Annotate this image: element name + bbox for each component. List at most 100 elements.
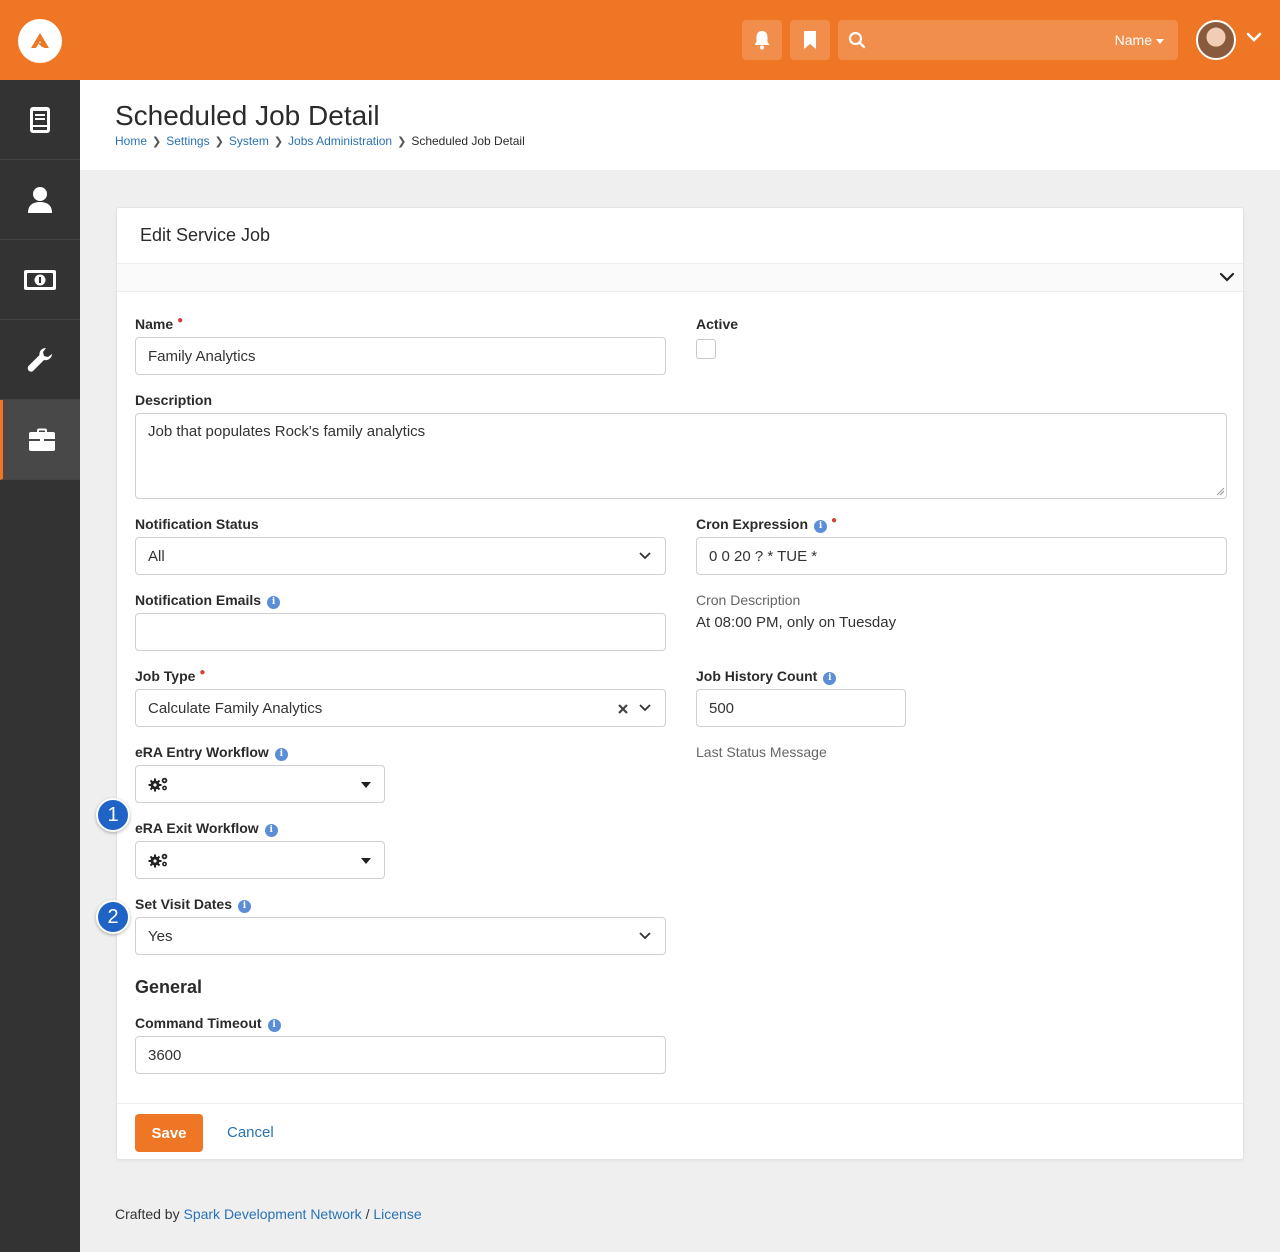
chevron-down-icon [639, 552, 651, 560]
notification-emails-input[interactable] [135, 613, 666, 651]
info-icon[interactable]: i [267, 1019, 281, 1032]
notification-status-label: Notification Status [135, 516, 259, 532]
chevron-down-icon[interactable] [1246, 31, 1262, 43]
search-scope-label: Name [1114, 32, 1152, 48]
name-label: Name ● [135, 315, 184, 332]
sidebar-item-people[interactable] [0, 160, 80, 240]
rock-logo-icon [31, 33, 49, 48]
search-scope-dropdown[interactable]: Name [1115, 32, 1164, 48]
sidebar-item-admin[interactable] [0, 400, 80, 480]
set-visit-dates-label-text: Set Visit Dates [135, 896, 233, 912]
person-icon [28, 186, 52, 213]
notification-emails-label: Notification Emails i [135, 592, 281, 609]
footer: Crafted by Spark Development Network / L… [115, 1206, 422, 1222]
name-input[interactable]: Family Analytics [135, 337, 666, 375]
resize-handle-icon[interactable] [1216, 487, 1225, 496]
top-bar: Name [0, 0, 1280, 80]
footer-separator: / [365, 1206, 370, 1222]
required-indicator: ● [831, 515, 838, 526]
era-exit-workflow-label-text: eRA Exit Workflow [135, 820, 259, 836]
era-exit-workflow-label: eRA Exit Workflow i [135, 820, 278, 837]
gears-icon [148, 777, 168, 792]
footer-org-link[interactable]: Spark Development Network [183, 1206, 361, 1222]
set-visit-dates-select[interactable]: Yes [135, 917, 666, 955]
save-button[interactable]: Save [135, 1114, 203, 1152]
footer-prefix: Crafted by [115, 1206, 180, 1222]
money-icon [24, 269, 56, 290]
chevron-right-icon: ❯ [152, 135, 162, 148]
job-history-count-label: Job History Count i [696, 668, 837, 685]
sidebar-item-finance[interactable] [0, 240, 80, 320]
command-timeout-label: Command Timeout i [135, 1015, 281, 1032]
footer-license-link[interactable]: License [373, 1206, 421, 1222]
description-label: Description [135, 392, 213, 408]
info-icon[interactable]: i [274, 748, 288, 761]
era-exit-workflow-picker[interactable] [135, 841, 385, 879]
search-bar[interactable]: Name [838, 20, 1178, 60]
gears-icon [148, 853, 168, 868]
breadcrumb-home[interactable]: Home [115, 134, 147, 148]
name-label-text: Name [135, 316, 174, 332]
chevron-down-icon [639, 704, 651, 712]
chevron-right-icon: ❯ [214, 135, 224, 148]
breadcrumb-jobs-administration[interactable]: Jobs Administration [288, 134, 392, 148]
notifications-button[interactable] [742, 20, 782, 60]
sidebar-item-tools[interactable] [0, 320, 80, 400]
bookmarks-button[interactable] [790, 20, 830, 60]
actions-divider [117, 1103, 1243, 1104]
job-history-count-input[interactable]: 500 [696, 689, 906, 727]
description-textarea[interactable]: Job that populates Rock's family analyti… [135, 413, 1227, 499]
job-type-value: Calculate Family Analytics [148, 699, 323, 717]
notification-emails-label-text: Notification Emails [135, 592, 262, 608]
chevron-right-icon: ❯ [273, 135, 284, 148]
book-icon [30, 106, 50, 133]
search-icon [848, 31, 866, 49]
bookmark-icon [804, 31, 816, 49]
wrench-icon [27, 347, 52, 372]
breadcrumb-settings[interactable]: Settings [166, 134, 209, 148]
info-icon[interactable]: i [823, 672, 837, 685]
clear-icon[interactable] [617, 703, 629, 715]
cancel-button[interactable]: Cancel [227, 1124, 274, 1141]
callout-badge-1: 1 [96, 798, 130, 832]
user-avatar[interactable] [1196, 20, 1236, 60]
required-indicator: ● [177, 315, 184, 326]
cron-expression-label: Cron Expression i ● [696, 515, 838, 533]
chevron-down-icon[interactable] [1219, 270, 1235, 284]
info-icon[interactable]: i [264, 824, 278, 837]
rock-logo[interactable] [18, 19, 62, 63]
cron-description-value: At 08:00 PM, only on Tuesday [696, 614, 897, 631]
set-visit-dates-value: Yes [148, 927, 173, 945]
panel-drawer[interactable] [117, 263, 1243, 292]
active-checkbox[interactable] [696, 339, 716, 359]
info-icon[interactable]: i [814, 520, 828, 533]
job-type-label: Job Type ● [135, 667, 206, 684]
sidebar-item-people-book[interactable] [0, 80, 80, 160]
panel-title: Edit Service Job [140, 225, 271, 245]
caret-down-icon [361, 858, 371, 864]
era-entry-workflow-picker[interactable] [135, 765, 385, 803]
job-history-count-label-text: Job History Count [696, 668, 818, 684]
job-type-select[interactable]: Calculate Family Analytics [135, 689, 666, 727]
chevron-down-icon [639, 932, 651, 940]
cron-expression-label-text: Cron Expression [696, 516, 809, 532]
job-type-label-text: Job Type [135, 668, 196, 684]
notification-status-value: All [148, 547, 165, 565]
page-title: Scheduled Job Detail [115, 100, 380, 131]
info-icon[interactable]: i [238, 900, 252, 913]
cron-expression-input[interactable]: 0 0 20 ? * TUE * [696, 537, 1227, 575]
page-header: Scheduled Job Detail Home ❯ Settings ❯ S… [80, 80, 1280, 170]
bell-icon [754, 31, 770, 50]
general-section-title: General [135, 977, 203, 997]
notification-status-select[interactable]: All [135, 537, 666, 575]
callout-badge-2: 2 [96, 900, 130, 934]
required-indicator: ● [199, 667, 206, 678]
chevron-right-icon: ❯ [397, 135, 407, 148]
info-icon[interactable]: i [267, 596, 281, 609]
last-status-message-label: Last Status Message [696, 744, 827, 760]
era-entry-workflow-label: eRA Entry Workflow i [135, 744, 288, 761]
caret-down-icon [361, 782, 371, 788]
command-timeout-input[interactable]: 3600 [135, 1036, 666, 1074]
caret-down-icon [1156, 38, 1164, 44]
breadcrumb-system[interactable]: System [229, 134, 269, 148]
